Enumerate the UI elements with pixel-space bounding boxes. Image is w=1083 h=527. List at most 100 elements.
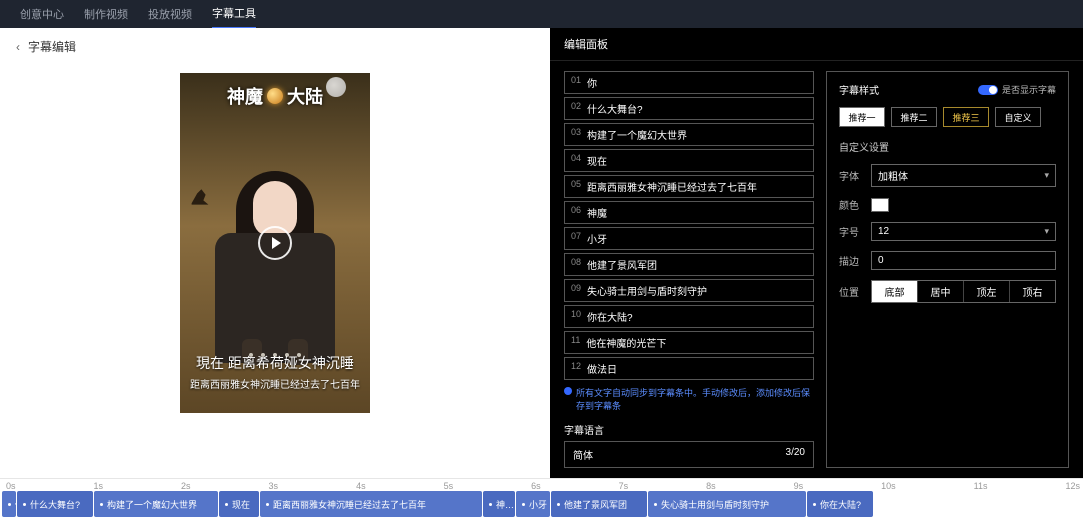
timeline-clip[interactable]: 失心骑士用剑与盾时刻守护 bbox=[648, 491, 806, 517]
orb-icon bbox=[267, 88, 283, 104]
line-index: 03 bbox=[571, 127, 581, 142]
subtitle-line[interactable]: 01你 bbox=[564, 71, 814, 94]
style-presets: 推荐一 推荐二 推荐三 自定义 bbox=[839, 107, 1056, 127]
top-nav: 创意中心 制作视频 投放视频 字幕工具 bbox=[0, 0, 1083, 28]
position-group: 底部 居中 顶左 顶右 bbox=[871, 280, 1056, 303]
subtitle-line[interactable]: 08 他建了景风军团 bbox=[564, 253, 814, 276]
toggle-label: 是否显示字幕 bbox=[1002, 83, 1056, 96]
breadcrumb: ‹ 字幕编辑 bbox=[0, 28, 550, 65]
size-value: 12 bbox=[878, 226, 889, 237]
line-text: 距离西丽雅女神沉睡已经过去了七百年 bbox=[587, 179, 757, 194]
sync-tip: 所有文字自动同步到字幕条中。手动修改后，添加修改后保存到字幕条 bbox=[564, 386, 814, 412]
subtitle-line[interactable]: 04 现在 bbox=[564, 149, 814, 172]
subtitle-line[interactable]: 07 小牙 bbox=[564, 227, 814, 250]
caption-sub: 距离西丽雅女神沉睡已经过去了七百年 bbox=[180, 376, 370, 391]
timeline-clip[interactable]: 你 bbox=[2, 491, 16, 517]
line-text: 做法日 bbox=[587, 361, 617, 376]
stroke-input[interactable]: 0 bbox=[871, 251, 1056, 270]
ruler-mark: 1s bbox=[94, 481, 104, 491]
timeline-clip[interactable]: 距离西丽雅女神沉睡已经过去了七百年 bbox=[260, 491, 482, 517]
back-icon[interactable]: ‹ bbox=[16, 40, 20, 54]
subtitle-line[interactable]: 03 构建了一个魔幻大世界 bbox=[564, 123, 814, 146]
game-title-right: 大陆 bbox=[287, 83, 323, 109]
info-icon bbox=[564, 387, 572, 395]
nav-item-publish[interactable]: 投放视频 bbox=[148, 0, 192, 28]
video-preview[interactable]: 神魔 大陆 現在 距离希荷娅女神沉睡 距离西丽雅女神沉睡已经过去了七百年 bbox=[180, 73, 370, 413]
ruler-mark: 6s bbox=[531, 481, 541, 491]
preset-1[interactable]: 推荐一 bbox=[839, 107, 885, 127]
size-select[interactable]: 12 ▾ bbox=[871, 222, 1056, 241]
line-index: 07 bbox=[571, 231, 581, 246]
line-index: 09 bbox=[571, 283, 581, 298]
pos-center[interactable]: 居中 bbox=[918, 281, 964, 302]
line-index: 04 bbox=[571, 153, 581, 168]
pos-topleft[interactable]: 顶左 bbox=[964, 281, 1010, 302]
ruler-mark: 10s bbox=[881, 481, 896, 491]
subtitle-line[interactable]: 09失心骑士用剑与盾时刻守护 bbox=[564, 279, 814, 302]
ruler-mark: 4s bbox=[356, 481, 366, 491]
timeline-clip[interactable]: 构建了一个魔幻大世界 bbox=[94, 491, 218, 517]
timeline: 0s1s2s3s4s5s6s7s8s9s10s11s12s13s 你什么大舞台?… bbox=[0, 478, 1083, 527]
font-select[interactable]: 加粗体 ▾ bbox=[871, 164, 1056, 187]
line-index: 08 bbox=[571, 257, 581, 272]
preset-custom[interactable]: 自定义 bbox=[995, 107, 1041, 127]
font-value: 加粗体 bbox=[878, 168, 908, 183]
ruler-mark: 2s bbox=[181, 481, 191, 491]
subtitle-list: 01你 02什么大舞台? 03 构建了一个魔幻大世界 04 现在 05距离西丽雅女神沉睡已经… bbox=[564, 71, 814, 380]
subtitle-line[interactable]: 11 他在神魔的光芒下 bbox=[564, 331, 814, 354]
game-title-left: 神魔 bbox=[227, 83, 263, 109]
line-index: 11 bbox=[571, 335, 580, 350]
subtitle-line[interactable]: 05距离西丽雅女神沉睡已经过去了七百年 bbox=[564, 175, 814, 198]
style-heading: 字幕样式 bbox=[839, 82, 879, 97]
timeline-clip[interactable]: 他建了景风军团 bbox=[551, 491, 647, 517]
nav-item-subtitle[interactable]: 字幕工具 bbox=[212, 0, 256, 29]
tip-text: 所有文字自动同步到字幕条中。手动修改后，添加修改后保存到字幕条 bbox=[576, 386, 814, 412]
caption-main: 現在 距离希荷娅女神沉睡 bbox=[180, 353, 370, 373]
custom-section-label: 自定义设置 bbox=[839, 139, 1056, 154]
chevron-down-icon: ▾ bbox=[1044, 170, 1049, 181]
preset-2[interactable]: 推荐二 bbox=[891, 107, 937, 127]
line-index: 02 bbox=[571, 101, 581, 116]
timeline-ruler: 0s1s2s3s4s5s6s7s8s9s10s11s12s13s bbox=[0, 479, 1083, 491]
line-text: 构建了一个魔幻大世界 bbox=[587, 127, 687, 142]
timeline-clip[interactable]: 什么大舞台? bbox=[17, 491, 93, 517]
line-index: 06 bbox=[571, 205, 581, 220]
preset-3[interactable]: 推荐三 bbox=[943, 107, 989, 127]
ruler-mark: 3s bbox=[269, 481, 279, 491]
right-panel: 编辑面板 01你02什么大舞台?03构建了一个魔幻大世界04现在05距离西丽雅女… bbox=[550, 28, 1083, 478]
left-panel: ‹ 字幕编辑 神魔 大陆 現在 距离希荷娅女神沉睡 距离西丽雅女神沉 bbox=[0, 28, 550, 478]
subtitle-line[interactable]: 06 神魔 bbox=[564, 201, 814, 224]
subtitle-visibility-toggle[interactable] bbox=[978, 85, 998, 95]
ruler-mark: 12s bbox=[1066, 481, 1081, 491]
line-text: 你 bbox=[587, 75, 597, 90]
line-text: 现在 bbox=[587, 153, 607, 168]
line-text: 神魔 bbox=[587, 205, 607, 220]
timeline-clip[interactable]: 你在大陆? bbox=[807, 491, 873, 517]
timeline-clips: 你什么大舞台?构建了一个魔幻大世界现在距离西丽雅女神沉睡已经过去了七百年神…小牙… bbox=[0, 491, 1083, 517]
pos-topright[interactable]: 顶右 bbox=[1010, 281, 1055, 302]
subtitle-line[interactable]: 02什么大舞台? bbox=[564, 97, 814, 120]
preview-container: 神魔 大陆 現在 距离希荷娅女神沉睡 距离西丽雅女神沉睡已经过去了七百年 bbox=[0, 65, 550, 478]
subtitle-line[interactable]: 10你在大陆? bbox=[564, 305, 814, 328]
size-label: 字号 bbox=[839, 224, 863, 239]
person-graphic bbox=[210, 171, 340, 371]
color-picker[interactable] bbox=[871, 198, 889, 212]
subtitle-line[interactable]: 12做法日 bbox=[564, 357, 814, 380]
language-select[interactable]: 简体 3/20 bbox=[564, 441, 814, 468]
line-text: 他在神魔的光芒下 bbox=[586, 335, 666, 350]
ruler-mark: 0s bbox=[6, 481, 16, 491]
ruler-mark: 8s bbox=[706, 481, 716, 491]
style-column: 字幕样式 是否显示字幕 推荐一 推荐二 推荐三 自定义 自定义设置 字体 bbox=[826, 71, 1069, 468]
nav-item-creative[interactable]: 创意中心 bbox=[20, 0, 64, 28]
line-index: 10 bbox=[571, 309, 581, 324]
line-text: 他建了景风军团 bbox=[587, 257, 657, 272]
play-button[interactable] bbox=[258, 226, 292, 260]
timeline-clip[interactable]: 神… bbox=[483, 491, 515, 517]
nav-item-make[interactable]: 制作视频 bbox=[84, 0, 128, 28]
timeline-clip[interactable]: 小牙 bbox=[516, 491, 550, 517]
line-text: 小牙 bbox=[587, 231, 607, 246]
ruler-mark: 9s bbox=[794, 481, 804, 491]
pos-bottom[interactable]: 底部 bbox=[872, 281, 918, 302]
ruler-mark: 11s bbox=[974, 481, 988, 491]
timeline-clip[interactable]: 现在 bbox=[219, 491, 259, 517]
